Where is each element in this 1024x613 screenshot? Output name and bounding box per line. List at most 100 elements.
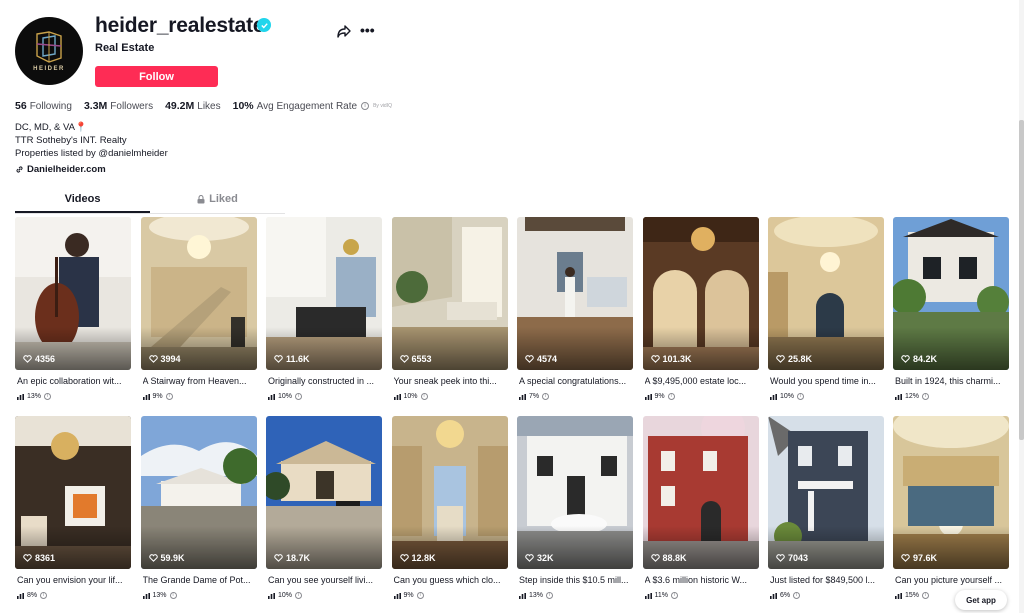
info-icon[interactable]: i <box>44 393 52 400</box>
engagement-stat: 10% Avg Engagement Rate i By vidIQ <box>233 100 392 112</box>
video-thumbnail[interactable]: 25.8K <box>768 217 884 370</box>
video-caption[interactable]: Just listed for $849,500 l... <box>770 575 883 585</box>
info-icon[interactable]: i <box>922 393 930 400</box>
lock-icon <box>197 194 205 203</box>
video-caption[interactable]: Can you see yourself livi... <box>268 575 381 585</box>
video-views-count: 7043 <box>788 553 809 563</box>
heart-icon <box>399 355 409 363</box>
follow-button[interactable]: Follow <box>95 66 218 87</box>
bar-chart-icon <box>142 592 150 599</box>
video-engagement-rate: 10% <box>780 393 795 400</box>
video-thumbnail[interactable]: 84.2K <box>893 217 1009 370</box>
video-card[interactable]: 25.8K Would you spend time in... 10% i <box>768 217 884 400</box>
info-icon[interactable]: i <box>165 393 173 400</box>
video-card[interactable]: 88.8K A $3.6 million historic W... 11% i <box>642 416 759 599</box>
more-options-icon[interactable]: ••• <box>360 22 375 38</box>
video-thumbnail-image <box>642 217 759 370</box>
video-card[interactable]: 3994 A Stairway from Heaven... 9% i <box>140 217 257 400</box>
info-icon[interactable]: i <box>416 592 424 599</box>
tab-liked[interactable]: Liked <box>150 193 285 205</box>
video-caption[interactable]: A $3.6 million historic W... <box>645 575 758 585</box>
video-thumbnail[interactable]: 101.3K <box>642 217 759 370</box>
video-thumbnail-image <box>517 217 633 370</box>
video-caption[interactable]: Can you envision your lif... <box>17 575 130 585</box>
video-card[interactable]: 59.9K The Grande Dame of Pot... 13% i <box>140 416 257 599</box>
video-card[interactable]: 84.2K Built in 1924, this charmi... 12% i <box>893 217 1009 400</box>
video-thumbnail[interactable]: 32K <box>517 416 633 569</box>
video-card[interactable]: 6553 Your sneak peek into thi... 10% i <box>391 217 508 400</box>
video-thumbnail[interactable]: 8361 <box>15 416 131 569</box>
video-views-count: 4574 <box>537 354 558 364</box>
video-caption[interactable]: Can you guess which clo... <box>394 575 507 585</box>
following-stat[interactable]: 56 Following <box>15 100 72 112</box>
video-views-count: 12.8K <box>411 553 436 563</box>
tab-videos[interactable]: Videos <box>15 193 150 205</box>
info-icon[interactable]: i <box>295 393 303 400</box>
video-card[interactable]: 7043 Just listed for $849,500 l... 6% i <box>768 416 884 599</box>
video-thumbnail[interactable]: 18.7K <box>266 416 382 569</box>
video-caption[interactable]: A special congratulations... <box>519 376 632 386</box>
info-icon[interactable]: i <box>361 102 370 110</box>
video-card[interactable]: 11.6K Originally constructed in ... 10% i <box>266 217 382 400</box>
video-thumbnail[interactable]: 4574 <box>517 217 633 370</box>
video-views: 84.2K <box>901 354 937 364</box>
video-card[interactable]: 12.8K Can you guess which clo... 9% i <box>391 416 508 599</box>
video-caption[interactable]: A $9,495,000 estate loc... <box>645 376 758 386</box>
scrollbar[interactable] <box>1019 0 1024 613</box>
get-app-button[interactable]: Get app <box>955 590 1007 610</box>
video-caption[interactable]: Your sneak peek into thi... <box>394 376 507 386</box>
info-icon[interactable]: i <box>40 592 48 599</box>
profile-username: heider_realestate <box>95 14 265 37</box>
info-icon[interactable]: i <box>793 592 801 599</box>
video-thumbnail[interactable]: 4356 <box>15 217 131 370</box>
video-thumbnail-image <box>391 217 508 370</box>
video-card[interactable]: 8361 Can you envision your lif... 8% i <box>15 416 131 599</box>
video-thumbnail[interactable]: 88.8K <box>642 416 759 569</box>
video-thumbnail[interactable]: 7043 <box>768 416 884 569</box>
video-thumbnail[interactable]: 12.8K <box>391 416 508 569</box>
info-icon[interactable]: i <box>542 393 550 400</box>
video-engagement: 10% i <box>770 393 805 400</box>
video-thumbnail[interactable]: 11.6K <box>266 217 382 370</box>
info-icon[interactable]: i <box>797 393 805 400</box>
info-icon[interactable]: i <box>169 592 177 599</box>
bar-chart-icon <box>770 393 777 400</box>
followers-stat[interactable]: 3.3M Followers <box>84 100 153 112</box>
video-card[interactable]: 97.6K Can you picture yourself ... 15% i <box>893 416 1009 599</box>
video-views-count: 25.8K <box>788 354 813 364</box>
info-icon[interactable]: i <box>420 393 428 400</box>
video-caption[interactable]: A Stairway from Heaven... <box>143 376 256 386</box>
profile-bio: DC, MD, & VA📍 TTR Sotheby's INT. Realty … <box>15 121 168 160</box>
info-icon[interactable]: i <box>922 592 930 599</box>
video-engagement-rate: 10% <box>403 393 418 400</box>
info-icon[interactable]: i <box>671 592 678 599</box>
avatar[interactable]: HEIDER <box>15 17 83 85</box>
bar-chart-icon <box>17 393 24 400</box>
video-card[interactable]: 4574 A special congratulations... 7% i <box>517 217 633 400</box>
share-icon[interactable] <box>336 23 352 39</box>
scrollbar-thumb[interactable] <box>1019 120 1024 440</box>
video-caption[interactable]: Step inside this $10.5 mill... <box>519 575 632 585</box>
video-caption[interactable]: Originally constructed in ... <box>268 376 381 386</box>
video-caption[interactable]: An epic collaboration wit... <box>17 376 130 386</box>
video-caption[interactable]: Would you spend time in... <box>770 376 883 386</box>
video-card[interactable]: 32K Step inside this $10.5 mill... 13% i <box>517 416 633 599</box>
video-thumbnail[interactable]: 3994 <box>140 217 257 370</box>
video-caption[interactable]: The Grande Dame of Pot... <box>143 575 256 585</box>
video-card[interactable]: 4356 An epic collaboration wit... 13% i <box>15 217 131 400</box>
video-views: 3994 <box>148 354 181 364</box>
video-thumbnail[interactable]: 59.9K <box>140 416 257 569</box>
info-icon[interactable]: i <box>295 592 303 599</box>
video-caption[interactable]: Built in 1924, this charmi... <box>895 376 1008 386</box>
info-icon[interactable]: i <box>667 393 675 400</box>
video-card[interactable]: 101.3K A $9,495,000 estate loc... 9% i <box>642 217 759 400</box>
video-thumbnail[interactable]: 6553 <box>391 217 508 370</box>
info-icon[interactable]: i <box>546 592 554 599</box>
video-caption[interactable]: Can you picture yourself ... <box>895 575 1008 585</box>
likes-count: 49.2M <box>165 100 195 112</box>
bio-link[interactable]: Danielheider.com <box>15 164 106 175</box>
engagement-label: Avg Engagement Rate <box>256 100 358 112</box>
video-card[interactable]: 18.7K Can you see yourself livi... 10% i <box>266 416 382 599</box>
video-thumbnail-image <box>15 416 131 569</box>
video-thumbnail[interactable]: 97.6K <box>893 416 1009 569</box>
